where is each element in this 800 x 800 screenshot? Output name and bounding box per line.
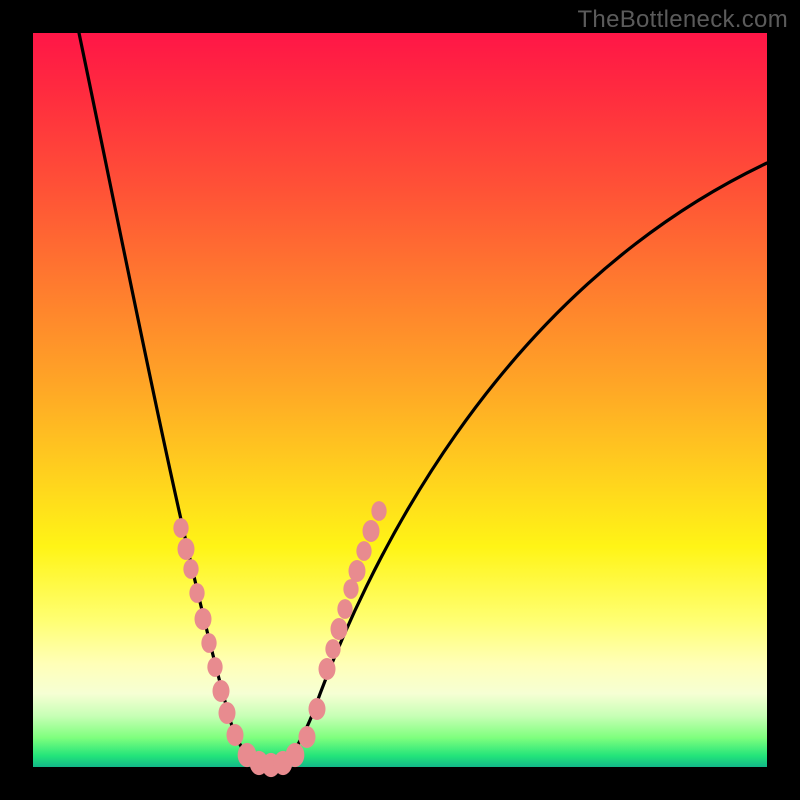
bottleneck-curve [79, 33, 767, 767]
plot-area [33, 33, 767, 767]
marker-dot [219, 702, 236, 724]
marker-dot [213, 680, 230, 702]
marker-dot [371, 501, 386, 521]
marker-dot [363, 520, 380, 542]
marker-dot [195, 608, 212, 630]
marker-dot [349, 560, 366, 582]
marker-dot [343, 579, 358, 599]
marker-group-bottom [238, 698, 326, 777]
curve-layer [33, 33, 767, 767]
marker-dot [207, 657, 222, 677]
marker-dot [173, 518, 188, 538]
marker-dot [356, 541, 371, 561]
marker-dot [319, 658, 336, 680]
marker-dot [183, 559, 198, 579]
marker-dot [286, 743, 305, 767]
marker-dot [178, 538, 195, 560]
marker-dot [337, 599, 352, 619]
marker-dot [331, 618, 348, 640]
chart-frame: TheBottleneck.com [0, 0, 800, 800]
watermark-text: TheBottleneck.com [577, 6, 788, 34]
marker-dot [201, 633, 216, 653]
marker-dot [325, 639, 340, 659]
marker-dot [299, 726, 316, 748]
marker-dot [227, 724, 244, 746]
marker-dot [189, 583, 204, 603]
marker-dot [309, 698, 326, 720]
marker-group-right [319, 501, 387, 680]
